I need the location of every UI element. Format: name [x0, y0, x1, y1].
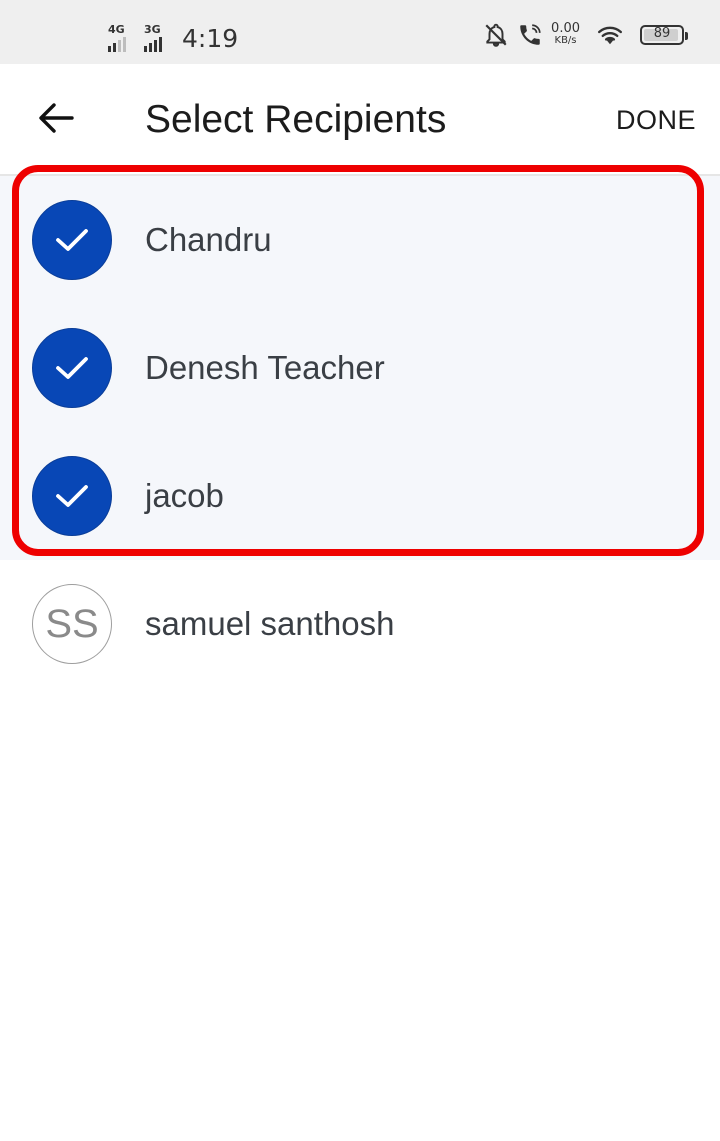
network-speed: 0.00 KB/s	[551, 21, 580, 47]
recipient-name: samuel santhosh	[145, 605, 395, 642]
bell-off-icon	[485, 23, 507, 47]
checked-avatar[interactable]	[32, 456, 112, 536]
status-bar: 4G 3G 4:19 0.00 KB/s 89	[0, 0, 720, 64]
network-type-label: 4G	[108, 23, 125, 36]
recipient-row[interactable]: Denesh Teacher	[0, 304, 720, 432]
page-title: Select Recipients	[145, 98, 447, 141]
app-bar: Select Recipients DONE	[0, 64, 720, 176]
checkmark-icon	[56, 485, 88, 507]
battery-icon: 89	[640, 25, 688, 45]
checkmark-icon	[56, 357, 88, 379]
network-speed-unit: KB/s	[554, 35, 577, 46]
network-type-label: 3G	[144, 23, 161, 36]
wifi-icon	[597, 26, 623, 45]
status-left: 4G 3G 4:19	[108, 20, 238, 54]
status-right: 0.00 KB/s 89	[483, 21, 688, 48]
signal-3g-icon: 3G	[144, 24, 176, 54]
initials-avatar[interactable]: SS	[32, 584, 112, 664]
recipient-row[interactable]: jacob	[0, 432, 720, 560]
recipient-row[interactable]: SS samuel santhosh	[0, 560, 720, 688]
checked-avatar[interactable]	[32, 328, 112, 408]
status-time: 4:19	[182, 24, 239, 53]
recipient-name: Denesh Teacher	[145, 349, 385, 386]
wifi-calling-icon	[520, 24, 541, 45]
arrow-left-icon	[39, 103, 74, 133]
done-button[interactable]: DONE	[616, 102, 696, 138]
recipient-name: jacob	[145, 477, 224, 514]
recipient-list: Chandru Denesh Teacher jacob SS samuel s…	[0, 176, 720, 688]
network-speed-value: 0.00	[551, 21, 580, 36]
back-button[interactable]	[30, 92, 82, 144]
recipient-row[interactable]: Chandru	[0, 176, 720, 304]
recipient-name: Chandru	[145, 221, 272, 258]
battery-level: 89	[653, 26, 671, 41]
checkmark-icon	[56, 229, 88, 251]
checked-avatar[interactable]	[32, 200, 112, 280]
signal-4g-icon: 4G	[108, 24, 140, 54]
